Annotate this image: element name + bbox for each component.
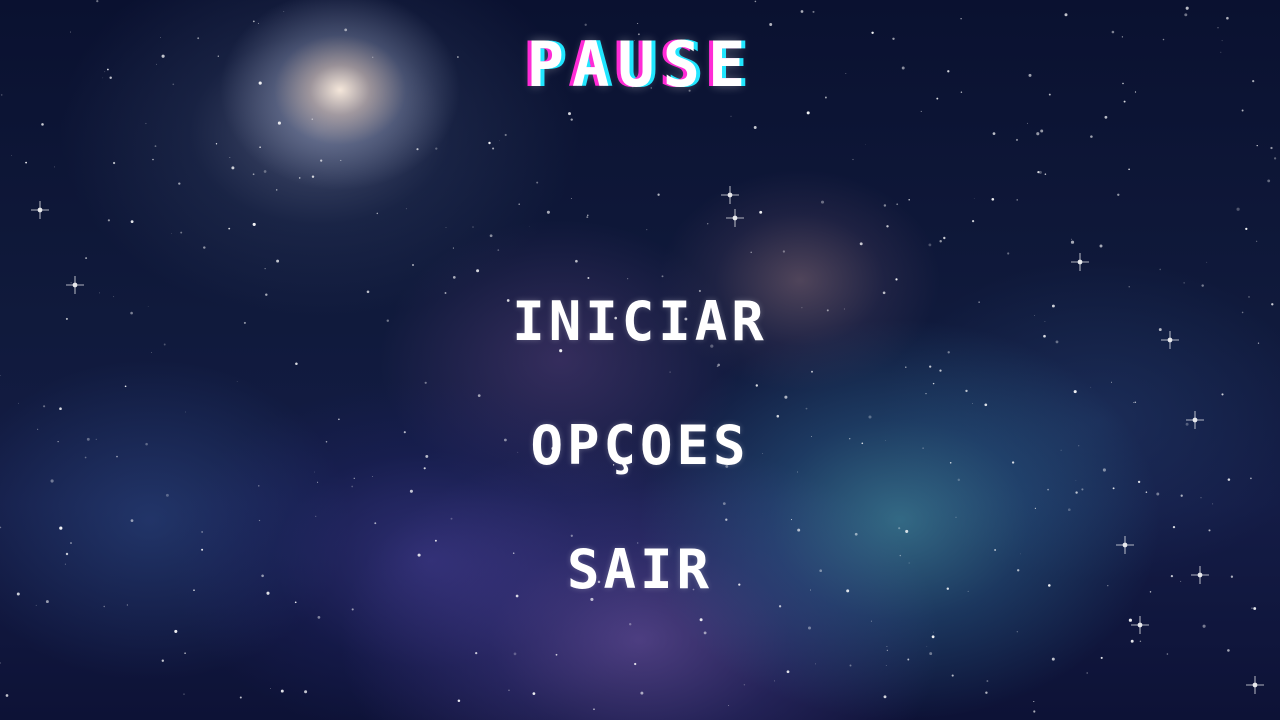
exit-button[interactable]: SAIR: [557, 538, 723, 602]
start-button[interactable]: INICIAR: [502, 290, 778, 354]
options-button[interactable]: OPÇOES: [520, 414, 759, 478]
game-screen: PAUSE INICIAR OPÇOES SAIR: [0, 0, 1280, 720]
pause-menu: INICIAR OPÇOES SAIR: [0, 290, 1280, 602]
pause-title: PAUSE: [526, 28, 754, 101]
